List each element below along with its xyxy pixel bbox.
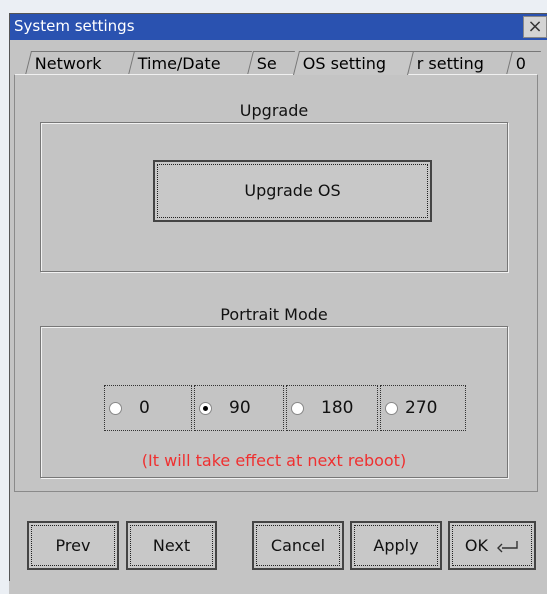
tab-bar: Network Time/Date Se OS setting r settin…: [18, 51, 541, 75]
close-icon: ×: [527, 16, 543, 37]
enter-icon: [497, 540, 518, 552]
radio-button[interactable]: [109, 402, 122, 415]
radio-option-270[interactable]: 270: [380, 385, 466, 431]
window-bottom-edge: [9, 581, 547, 594]
prev-button[interactable]: Prev: [27, 521, 119, 570]
title-bar[interactable]: System settings ×: [10, 14, 547, 40]
upgrade-group-label: Upgrade: [239, 101, 309, 120]
close-button[interactable]: ×: [523, 16, 547, 38]
radio-option-0[interactable]: 0: [104, 385, 192, 431]
tab-os-setting[interactable]: OS setting: [293, 51, 414, 75]
radio-button[interactable]: [291, 402, 304, 415]
tab-network[interactable]: Network: [25, 51, 135, 75]
ok-label: OK: [464, 536, 488, 555]
portrait-mode-group-label: Portrait Mode: [220, 305, 328, 324]
tab-time-date[interactable]: Time/Date: [128, 51, 252, 75]
radio-option-90[interactable]: 90: [194, 385, 284, 431]
radio-label: 0: [139, 398, 150, 418]
reboot-note: (It will take effect at next reboot): [141, 451, 407, 470]
radio-option-180[interactable]: 180: [286, 385, 378, 431]
radio-label: 90: [229, 398, 251, 418]
tab-se[interactable]: Se: [247, 51, 295, 75]
window-title: System settings: [14, 17, 135, 35]
tab-0[interactable]: 0: [506, 51, 541, 75]
radio-button[interactable]: [385, 402, 398, 415]
apply-button[interactable]: Apply: [350, 521, 442, 570]
tab-r-setting[interactable]: r setting: [407, 51, 513, 75]
upgrade-os-button[interactable]: Upgrade OS: [153, 160, 432, 222]
cancel-button[interactable]: Cancel: [252, 521, 344, 570]
radio-label: 270: [405, 398, 438, 418]
radio-label: 180: [321, 398, 354, 418]
radio-button-selected[interactable]: [199, 402, 212, 415]
ok-button[interactable]: OK: [448, 521, 536, 570]
next-button[interactable]: Next: [126, 521, 217, 570]
